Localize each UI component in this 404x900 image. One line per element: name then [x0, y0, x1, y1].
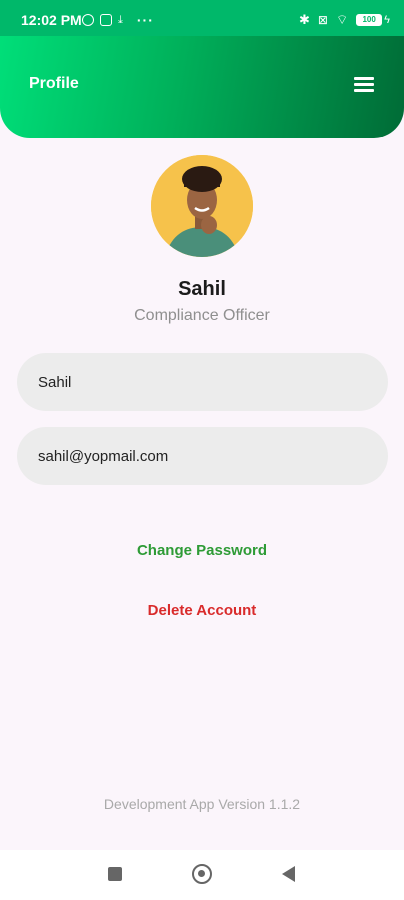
app-header: 12:02 PM ⤓ ··· ✱ ⊠ ⌔ 100 ϟ Profile [0, 0, 404, 138]
status-time: 12:02 PM [21, 12, 82, 28]
name-input[interactable] [38, 373, 388, 391]
more-dots-icon: ··· [136, 12, 154, 28]
avatar[interactable] [151, 155, 253, 257]
bluetooth-icon: ✱ [298, 12, 310, 27]
email-field[interactable] [17, 427, 388, 485]
app-version: Development App Version 1.1.2 [103, 796, 301, 812]
battery-icon: 100 [356, 14, 383, 26]
avatar-person-image [151, 155, 253, 257]
status-bar: 12:02 PM ⤓ ··· ✱ ⊠ ⌔ 100 ϟ [0, 0, 404, 36]
notification-icon [82, 14, 94, 26]
charging-icon: ϟ [384, 14, 390, 26]
home-icon[interactable] [192, 864, 212, 884]
delete-account-button[interactable]: Delete Account [0, 602, 404, 619]
download-icon: ⤓ [118, 13, 123, 26]
hamburger-menu-icon[interactable] [354, 77, 374, 93]
person-icon [100, 14, 112, 26]
status-system-icons: ✱ ⊠ ⌔ 100 ϟ [299, 12, 390, 28]
wifi-icon: ⌔ [335, 12, 349, 27]
change-password-button[interactable]: Change Password [0, 542, 404, 559]
no-sim-icon: ⊠ [317, 13, 328, 27]
recent-apps-icon[interactable] [108, 867, 122, 881]
status-notification-icons: ⤓ ··· [82, 12, 154, 28]
page-title: Profile [29, 75, 79, 92]
name-field[interactable] [17, 353, 388, 411]
profile-name: Sahil [178, 278, 226, 300]
email-input[interactable] [38, 447, 388, 465]
back-icon[interactable] [282, 866, 295, 882]
system-navigation-bar [0, 850, 404, 900]
profile-role: Compliance Officer [134, 307, 270, 324]
